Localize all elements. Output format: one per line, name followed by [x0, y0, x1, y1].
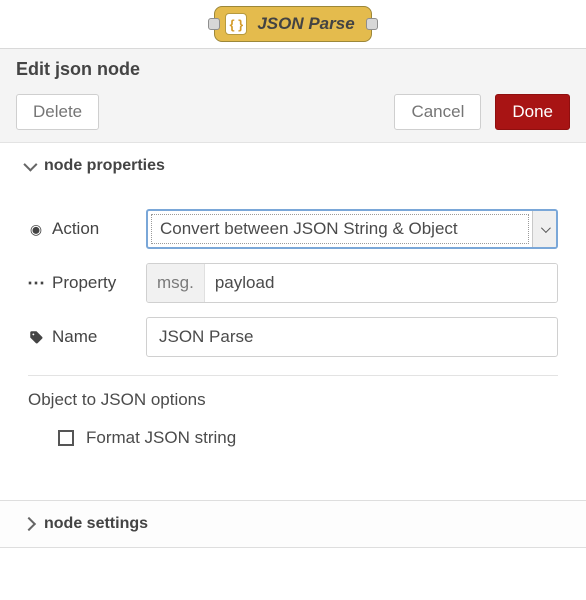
json-node-label: JSON Parse — [257, 14, 354, 34]
delete-button[interactable]: Delete — [16, 94, 99, 130]
property-prefix[interactable]: msg. — [147, 264, 205, 302]
action-select-caret[interactable] — [532, 211, 556, 247]
action-icon — [28, 221, 44, 238]
node-settings-toggle[interactable]: node settings — [0, 501, 586, 547]
action-select-value: Convert between JSON String & Object — [151, 214, 529, 244]
chevron-down-icon — [23, 158, 37, 172]
format-json-checkbox[interactable] — [58, 430, 74, 446]
property-label: Property — [28, 273, 146, 293]
property-label-text: Property — [52, 273, 116, 293]
node-properties-toggle[interactable]: node properties — [0, 143, 586, 185]
property-value-input[interactable] — [205, 264, 557, 302]
divider — [28, 375, 558, 376]
chevron-down-icon — [541, 223, 551, 233]
object-to-json-title: Object to JSON options — [28, 390, 558, 410]
editor-title: Edit json node — [16, 59, 570, 80]
node-output-port[interactable] — [366, 18, 378, 30]
format-json-label: Format JSON string — [86, 428, 236, 448]
name-input[interactable] — [146, 317, 558, 357]
node-properties-body: Action Convert between JSON String & Obj… — [0, 185, 586, 466]
action-label: Action — [28, 219, 146, 239]
format-json-checkbox-row[interactable]: Format JSON string — [58, 428, 558, 448]
chevron-right-icon — [22, 517, 36, 531]
done-button[interactable]: Done — [495, 94, 570, 130]
node-properties-title: node properties — [44, 157, 165, 175]
action-select[interactable]: Convert between JSON String & Object — [146, 209, 558, 249]
node-settings-title: node settings — [44, 515, 148, 533]
name-label: Name — [28, 327, 146, 347]
json-node-icon: { } — [225, 13, 247, 35]
name-label-text: Name — [52, 327, 97, 347]
cancel-button[interactable]: Cancel — [394, 94, 481, 130]
json-node[interactable]: { } JSON Parse — [214, 6, 371, 42]
action-label-text: Action — [52, 219, 99, 239]
tag-icon — [28, 330, 44, 345]
property-input[interactable]: msg. — [146, 263, 558, 303]
node-editor-panel: Edit json node Delete Cancel Done node p… — [0, 48, 586, 548]
node-input-port[interactable] — [208, 18, 220, 30]
editor-header: Edit json node Delete Cancel Done — [0, 49, 586, 143]
